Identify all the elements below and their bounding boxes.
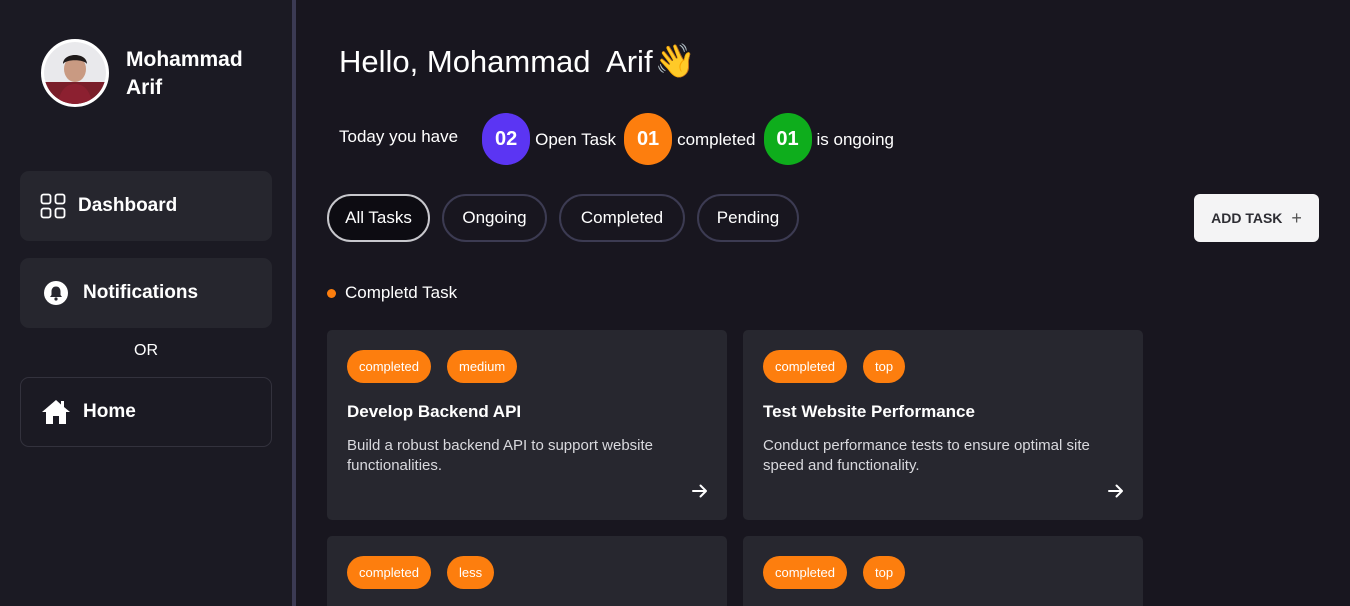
status-badge: completed [347,350,431,383]
task-card[interactable]: completed medium Develop Backend API Bui… [327,330,727,520]
priority-badge: top [862,556,906,589]
sidebar-item-label: Notifications [83,282,199,303]
arrow-right-icon[interactable] [1107,482,1125,500]
task-card[interactable]: completed top [743,536,1143,606]
arrow-right-icon[interactable] [691,482,709,500]
grid-icon [40,193,66,219]
plus-icon: + [1291,207,1302,228]
priority-badge: medium [446,350,518,383]
status-badge: completed [763,350,847,383]
task-title: Test Website Performance [763,402,975,421]
greeting-text: Hello, Mohammad Arif [339,43,653,79]
status-badge: completed [763,556,847,589]
avatar-image [44,42,106,104]
add-task-button[interactable]: ADD TASK + [1194,194,1319,242]
bell-icon [43,280,69,306]
section-title-text: Completd Task [345,283,458,302]
status-badge: completed [347,556,431,589]
sidebar-item-home[interactable]: Home [20,377,272,447]
completed-label: completed [677,130,756,149]
user-name: Mohammad Arif [126,48,243,99]
summary-lead: Today you have [339,127,459,146]
filter-all-tasks[interactable]: All Tasks [327,194,430,242]
page-title: Hello, Mohammad Arif 👋 [339,42,696,81]
open-task-label: Open Task [535,130,617,149]
sidebar-item-notifications[interactable]: Notifications [20,258,272,328]
sidebar-item-label: Home [83,401,136,422]
task-summary: Today you have 02 Open Task 01 completed… [339,113,902,166]
or-separator: OR [134,342,158,359]
section-dot [327,288,336,298]
filter-pending[interactable]: Pending [697,194,799,242]
ongoing-label: is ongoing [816,130,895,149]
home-icon [41,398,71,426]
priority-badge: less [446,556,495,589]
completed-count-badge: 01 [624,113,673,165]
priority-badge: top [862,350,906,383]
ongoing-count-badge: 01 [763,113,812,165]
filter-completed[interactable]: Completed [559,194,685,242]
sidebar-divider [292,0,296,606]
task-description: Conduct performance tests to ensure opti… [763,437,1090,474]
add-task-label: ADD TASK [1211,210,1283,226]
user-avatar[interactable] [41,39,109,107]
open-task-count-badge: 02 [482,113,531,165]
task-title: Develop Backend API [347,402,522,421]
filter-ongoing[interactable]: Ongoing [442,194,547,242]
sidebar-item-label: Dashboard [78,195,178,216]
section-title: Completd Task [327,283,457,303]
wave-icon: 👋 [654,42,696,79]
task-card[interactable]: completed top Test Website Performance C… [743,330,1143,520]
task-card[interactable]: completed less [327,536,727,606]
task-description: Build a robust backend API to support we… [347,437,654,474]
sidebar-item-dashboard[interactable]: Dashboard [20,171,272,241]
sidebar: Mohammad Arif Dashboard Notifications OR… [0,0,292,606]
